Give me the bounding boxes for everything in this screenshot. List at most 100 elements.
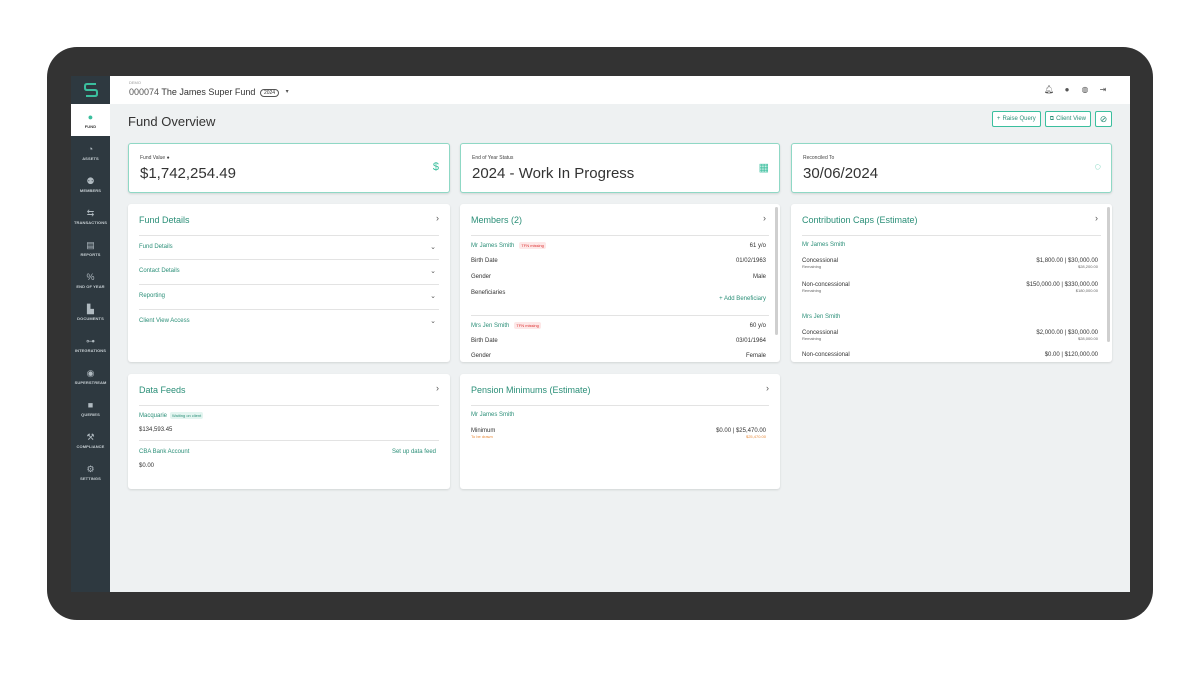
divider	[471, 405, 769, 406]
add-beneficiary-link[interactable]: + Add Beneficiary	[719, 296, 766, 302]
superstream-icon: ◉	[86, 367, 95, 378]
sidebar-item-integrations[interactable]: ⊶ INTEGRATIONS	[71, 328, 110, 360]
chevron-right-icon[interactable]: ›	[763, 213, 766, 223]
client-view-button[interactable]: ⧉ Client View	[1044, 111, 1091, 127]
raise-query-label: Raise Query	[1002, 116, 1036, 122]
caps-scrollbar[interactable]	[1107, 207, 1110, 342]
gavel-icon: ⚒	[86, 431, 95, 442]
reconciled-card: Reconciled To 30/06/2024 ◌	[791, 143, 1112, 193]
reconciled-label: Reconciled To	[803, 155, 835, 161]
transactions-icon: ⇆	[86, 207, 95, 218]
chevron-down-icon: ⌄	[430, 318, 436, 325]
sidebar-item-fund[interactable]: ● FUND	[71, 104, 110, 136]
external-link-icon: ⧉	[1049, 115, 1055, 122]
accordion-reporting[interactable]: Reporting ⌄	[139, 292, 436, 300]
accordion-fund-details[interactable]: Fund Details ⌄	[139, 243, 436, 251]
data-feeds-title[interactable]: Data Feeds	[139, 385, 186, 395]
sidebar-item-reports[interactable]: ▤ REPORTS	[71, 232, 110, 264]
sidebar-item-superstream[interactable]: ◉ SUPERSTREAM	[71, 360, 110, 392]
feed-name[interactable]: Macquarie	[139, 413, 167, 419]
fund-value-card: Fund Value ● $1,742,254.49 $	[128, 143, 450, 193]
page-actions: + Raise Query ⧉ Client View ⊘	[991, 111, 1112, 127]
member-row: Gender Female	[471, 353, 766, 359]
fund-selector[interactable]: 000074 The James Super Fund 2024 ▾	[129, 87, 289, 97]
fund-value-label: Fund Value ●	[140, 155, 170, 161]
sidebar-item-compliance[interactable]: ⚒ COMPLIANCE	[71, 424, 110, 456]
contribution-caps-card: Contribution Caps (Estimate) › Mr James …	[791, 204, 1112, 362]
compass-button[interactable]: ⊘	[1095, 111, 1112, 127]
app-logo[interactable]	[71, 76, 110, 104]
eoy-status-value: 2024 - Work In Progress	[472, 165, 635, 182]
chevron-right-icon[interactable]: ›	[1095, 213, 1098, 223]
environment-label: DEMO	[129, 80, 141, 85]
sidebar-item-members[interactable]: ⚉ MEMBERS	[71, 168, 110, 200]
tfn-badge: TFN missing	[519, 242, 546, 249]
divider	[802, 235, 1101, 236]
setup-feed-link[interactable]: Set up data feed	[392, 449, 436, 455]
sidebar-item-queries[interactable]: ■ QUERIES	[71, 392, 110, 424]
top-bar: DEMO 000074 The James Super Fund 2024 ▾ …	[110, 76, 1130, 104]
member-age: 61 y/o	[749, 242, 766, 249]
caps-member-name[interactable]: Mr James Smith	[802, 242, 1098, 248]
feed-amount: $134,593.45	[139, 427, 173, 433]
chevron-down-icon: ⌄	[430, 293, 436, 300]
device-frame: ● FUND ◔ ASSETS ⚉ MEMBERS ⇆ TRANSACTIONS ▤ RE…	[47, 47, 1153, 620]
caps-member-name[interactable]: Mrs Jen Smith	[802, 314, 1098, 320]
member-row: Mrs Jen Smith TFN missing 60 y/o	[471, 322, 766, 329]
caret-down-icon: ▾	[285, 89, 289, 95]
fund-number: 000074	[129, 87, 160, 97]
members-scrollbar[interactable]	[775, 207, 778, 335]
pension-member-name[interactable]: Mr James Smith	[471, 412, 766, 418]
caps-row: Concessional Remaining $1,800.00 | $30,00…	[802, 258, 1098, 269]
help-icon[interactable]: ●	[1062, 85, 1072, 94]
sidebar-item-end-of-year[interactable]: % END OF YEAR	[71, 264, 110, 296]
divider	[471, 235, 769, 236]
sidebar-item-label: TRANSACTIONS	[74, 219, 107, 225]
caps-row: Non-concessional $0.00 | $120,000.00	[802, 352, 1098, 358]
sidebar: ● FUND ◔ ASSETS ⚉ MEMBERS ⇆ TRANSACTIONS ▤ RE…	[71, 76, 110, 592]
fund-name: The James Super Fund	[161, 87, 256, 97]
page-title: Fund Overview	[128, 114, 216, 129]
sidebar-item-label: SUPERSTREAM	[74, 379, 107, 385]
integrations-icon: ⊶	[86, 335, 95, 346]
raise-query-button[interactable]: + Raise Query	[991, 111, 1041, 127]
divider	[139, 284, 439, 285]
chevron-right-icon[interactable]: ›	[436, 383, 439, 393]
feed-amount: $0.00	[139, 463, 155, 469]
year-badge: 2024	[259, 89, 280, 97]
reports-icon: ▤	[86, 239, 95, 250]
sidebar-item-transactions[interactable]: ⇆ TRANSACTIONS	[71, 200, 110, 232]
pension-title[interactable]: Pension Minimums (Estimate)	[471, 385, 591, 395]
calendar-icon: ▦	[758, 162, 769, 174]
chevron-right-icon[interactable]: ›	[766, 383, 769, 393]
logo-icon	[83, 83, 98, 97]
bell-icon[interactable]: 🔔︎	[1044, 85, 1054, 94]
sidebar-item-documents[interactable]: ▙ DOCUMENTS	[71, 296, 110, 328]
logout-icon[interactable]: ⇥	[1098, 85, 1108, 94]
caps-title[interactable]: Contribution Caps (Estimate)	[802, 215, 918, 225]
member-row: Birth Date 01/02/1963	[471, 258, 766, 264]
accordion-client-view-access[interactable]: Client View Access ⌄	[139, 317, 436, 325]
sidebar-item-settings[interactable]: ⚙ SETTINGS	[71, 456, 110, 488]
sidebar-item-label: REPORTS	[80, 251, 101, 257]
documents-icon: ▙	[87, 303, 94, 314]
reconciled-value: 30/06/2024	[803, 165, 879, 182]
user-icon[interactable]: ◍	[1080, 85, 1090, 94]
member-row: Mr James Smith TFN missing 61 y/o	[471, 242, 766, 249]
fund-details-title[interactable]: Fund Details	[139, 215, 190, 225]
plus-icon: +	[996, 116, 1001, 122]
accordion-contact-details[interactable]: Contact Details ⌄	[139, 267, 436, 275]
eoy-status-label: End of Year Status	[472, 155, 514, 161]
member-row: Gender Male	[471, 274, 766, 280]
add-beneficiary-row: + Add Beneficiary	[471, 296, 766, 302]
eoy-status-card: End of Year Status 2024 - Work In Progre…	[460, 143, 780, 193]
members-title[interactable]: Members (2)	[471, 215, 522, 225]
chevron-down-icon: ⌄	[430, 244, 436, 251]
chevron-right-icon[interactable]: ›	[436, 213, 439, 223]
member-name[interactable]: Mr James Smith	[471, 243, 514, 249]
top-icons: 🔔︎ ● ◍ ⇥	[1044, 85, 1108, 94]
member-name[interactable]: Mrs Jen Smith	[471, 323, 509, 329]
sidebar-item-assets[interactable]: ◔ ASSETS	[71, 136, 110, 168]
fund-value: $1,742,254.49	[140, 165, 236, 182]
feed-name[interactable]: CBA Bank Account	[139, 449, 189, 455]
